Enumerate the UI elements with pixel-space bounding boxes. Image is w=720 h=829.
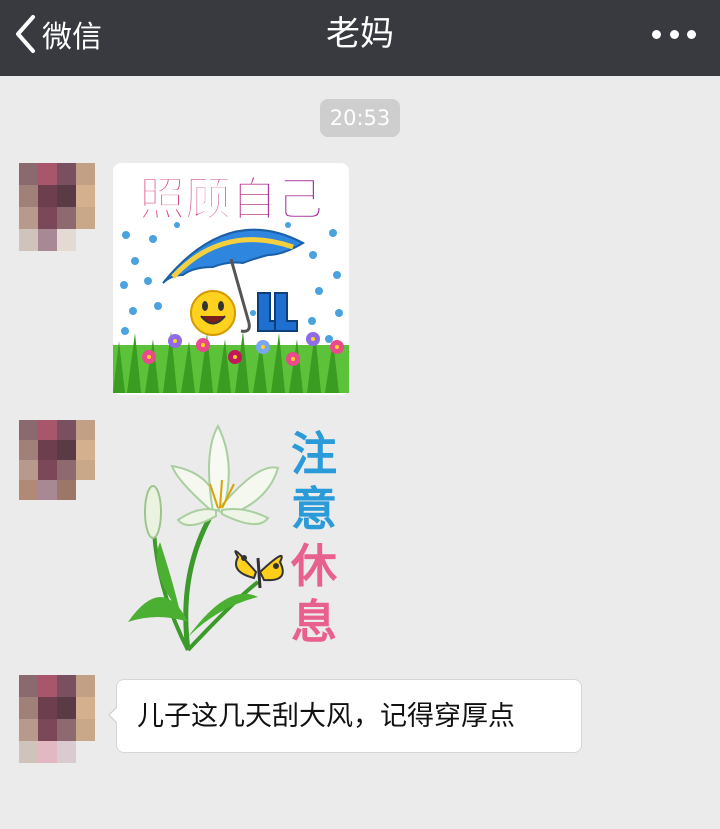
message-text: 儿子这几天刮大风，记得穿厚点: [137, 701, 515, 732]
sticker-caption-char: 息: [291, 595, 337, 649]
sticker-take-rest[interactable]: 注 意 休 息: [118, 422, 350, 654]
chat-title: 老妈: [326, 14, 394, 54]
navigation-bar: 微信 老妈: [0, 0, 720, 76]
butterfly-icon: [234, 550, 284, 589]
sticker-caption: 照顾自己: [139, 172, 323, 226]
sticker-caption-char: 休: [290, 539, 338, 593]
contact-avatar[interactable]: [19, 420, 95, 500]
smiley-icon: [190, 290, 236, 336]
lily-flower-icon: [128, 423, 280, 652]
sticker-caption-char: 意: [291, 482, 337, 536]
text-message-bubble[interactable]: 儿子这几天刮大风，记得穿厚点: [108, 679, 582, 753]
contact-avatar[interactable]: [19, 675, 95, 763]
message-timestamp: 20:53: [320, 99, 400, 137]
more-dots-icon[interactable]: [652, 22, 696, 46]
sticker-caption-char: 注: [291, 427, 337, 481]
contact-avatar[interactable]: [19, 163, 95, 251]
sticker-take-care[interactable]: 照顾自己: [113, 163, 349, 395]
